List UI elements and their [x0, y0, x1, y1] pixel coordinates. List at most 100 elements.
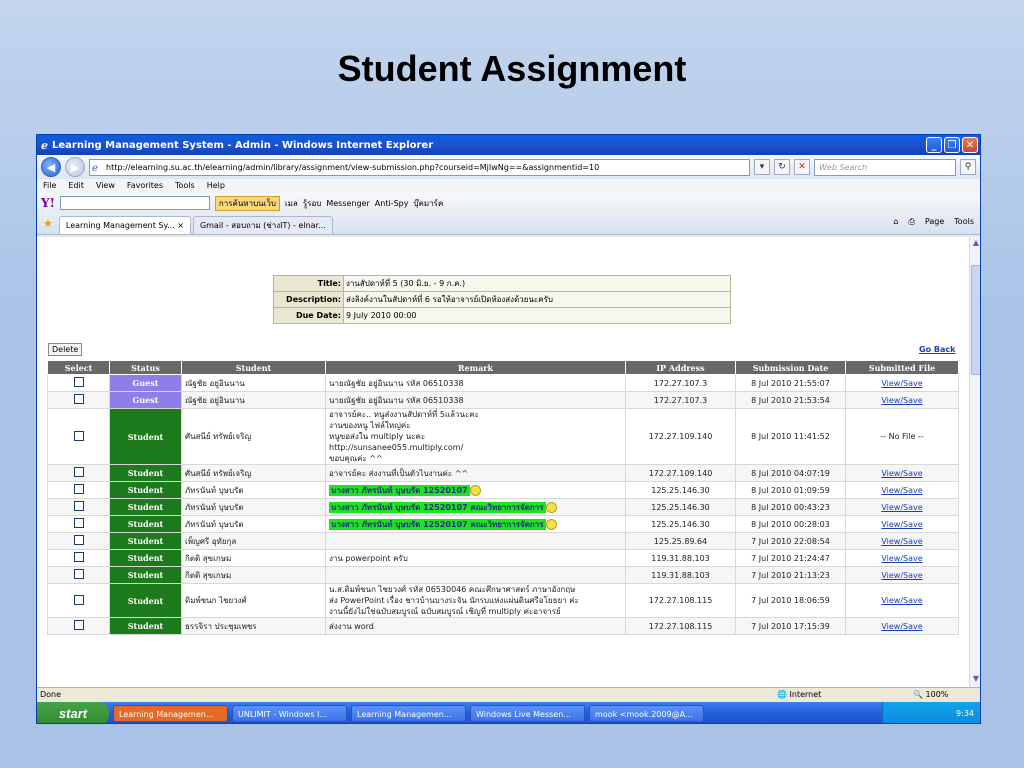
- yahoo-search-input[interactable]: [59, 196, 210, 210]
- tab-learning-management[interactable]: Learning Management Sy... ×: [58, 216, 191, 234]
- view-save-link[interactable]: View/Save: [881, 520, 922, 529]
- taskbar-item[interactable]: Learning Managemen...: [113, 705, 228, 722]
- taskbar: start Learning Managemen... UNLIMIT - Wi…: [37, 702, 980, 723]
- ip-address: 125.25.146.30: [625, 515, 736, 533]
- ip-address: 172.27.108.115: [625, 617, 736, 635]
- delete-button[interactable]: Delete: [48, 343, 83, 356]
- view-save-link[interactable]: View/Save: [881, 537, 922, 546]
- table-row: Guest ณัฐชัย อยู่อินนาน นายณัฐชัย อยู่อินน…: [47, 374, 959, 392]
- status-badge: Student: [109, 481, 182, 499]
- stop-icon[interactable]: ✕: [794, 159, 810, 175]
- submission-date: 8 Jul 2010 01:09:59: [735, 481, 846, 499]
- print-icon[interactable]: ⎙: [909, 217, 915, 227]
- select-checkbox[interactable]: [73, 518, 84, 528]
- window-titlebar[interactable]: ℯ Learning Management System - Admin - W…: [37, 135, 980, 155]
- yahoo-messenger-button[interactable]: Messenger: [326, 199, 369, 208]
- start-button[interactable]: start: [37, 702, 109, 723]
- remark-line: งานของหนู ไฟล์ใหญ่ค่ะ: [329, 421, 411, 430]
- menu-file[interactable]: File: [43, 179, 56, 193]
- page-menu[interactable]: Page: [925, 217, 944, 227]
- view-save-link[interactable]: View/Save: [881, 622, 922, 631]
- browser-window: ℯ Learning Management System - Admin - W…: [36, 134, 981, 724]
- dropdown-icon[interactable]: ▾: [754, 159, 770, 175]
- remark-cell: [325, 532, 626, 550]
- taskbar-item[interactable]: mook <mook.2009@A...: [589, 705, 704, 722]
- select-checkbox[interactable]: [73, 394, 84, 404]
- tools-menu[interactable]: Tools: [954, 217, 974, 227]
- status-badge: Student: [109, 532, 182, 550]
- search-icon[interactable]: ⚲: [960, 159, 976, 175]
- view-save-link[interactable]: View/Save: [881, 554, 922, 563]
- refresh-icon[interactable]: ↻: [774, 159, 790, 175]
- back-button[interactable]: ◀: [41, 157, 61, 177]
- select-checkbox[interactable]: [73, 430, 84, 441]
- select-checkbox[interactable]: [73, 620, 84, 630]
- taskbar-item[interactable]: Windows Live Messen...: [470, 705, 585, 722]
- close-icon[interactable]: ✕: [962, 137, 978, 153]
- select-checkbox[interactable]: [73, 535, 84, 545]
- menu-edit[interactable]: Edit: [68, 179, 84, 193]
- go-back-link[interactable]: Go Back: [919, 345, 955, 354]
- highlighted-remark: นางสาว ภัทรนันท์ บุษบรัต 12520107: [329, 484, 470, 496]
- menu-help[interactable]: Help: [207, 179, 225, 193]
- select-checkbox[interactable]: [73, 484, 84, 494]
- home-icon[interactable]: ⌂: [893, 217, 898, 227]
- submitted-file-cell: View/Save: [845, 374, 959, 392]
- yahoo-bookmarks-button[interactable]: บุ๊คมาร์ค: [413, 197, 443, 210]
- scroll-down-icon[interactable]: ▼: [970, 674, 980, 686]
- student-name: ภัทรนันท์ บุษบรัต: [181, 498, 326, 516]
- tab-gmail[interactable]: Gmail - สอบถาม (ช่างIT) - elnar...: [192, 216, 333, 234]
- submission-date: 7 Jul 2010 18:06:59: [735, 583, 846, 618]
- select-checkbox[interactable]: [73, 552, 84, 562]
- remark-line: หนูขอส่งใน multiply นะคะ: [329, 432, 426, 441]
- minimize-icon[interactable]: _: [926, 137, 942, 153]
- yahoo-logo-icon[interactable]: Y!: [41, 196, 55, 210]
- view-save-link[interactable]: View/Save: [881, 469, 922, 478]
- view-save-link[interactable]: View/Save: [881, 571, 922, 580]
- select-checkbox[interactable]: [73, 594, 84, 605]
- view-save-link[interactable]: View/Save: [881, 503, 922, 512]
- submitted-file-cell: View/Save: [845, 583, 959, 618]
- yahoo-antispy-button[interactable]: Anti-Spy: [375, 199, 409, 208]
- status-badge: Student: [109, 583, 182, 618]
- select-cell: [47, 583, 110, 618]
- table-row: Guest ณัฐชัย อยู่อินนาน นายณัฐชัย อยู่อินน…: [47, 391, 959, 409]
- student-name: เพ็ญศรี อุทัยกุล: [181, 532, 326, 550]
- select-checkbox[interactable]: [73, 569, 84, 579]
- web-search-input[interactable]: Web Search: [814, 158, 956, 176]
- favorites-star-icon[interactable]: ★: [43, 217, 53, 230]
- remark-line: นายณัฐชัย อยู่อินนาน รหัส 06510338: [329, 395, 464, 405]
- select-checkbox[interactable]: [73, 377, 84, 387]
- ip-address: 172.27.107.3: [625, 391, 736, 409]
- select-checkbox[interactable]: [73, 467, 84, 477]
- remark-line: น.ส.ดิมพ์ชนก ไชยวงศ์ รหัส 06530046 คณะศึ…: [329, 585, 576, 594]
- ip-address: 119.31.88.103: [625, 566, 736, 584]
- menu-view[interactable]: View: [96, 179, 115, 193]
- header-status: Status: [109, 360, 182, 375]
- scroll-up-icon[interactable]: ▲: [970, 238, 980, 250]
- view-save-link[interactable]: View/Save: [881, 596, 922, 605]
- view-save-link[interactable]: View/Save: [881, 396, 922, 405]
- zoom-level[interactable]: 🔍 100%: [913, 688, 948, 702]
- menu-favorites[interactable]: Favorites: [127, 179, 163, 193]
- yahoo-news-button[interactable]: รู้รอบ: [303, 197, 321, 210]
- scroll-thumb[interactable]: [971, 265, 980, 375]
- submitted-file-cell: View/Save: [845, 532, 959, 550]
- student-name: ภัทรนันท์ บุษบรัต: [181, 481, 326, 499]
- ip-address: 119.31.88.103: [625, 549, 736, 567]
- header-date: Submission Date: [735, 360, 846, 375]
- vertical-scrollbar[interactable]: ▲ ▼: [969, 237, 980, 687]
- internet-zone: 🌐 Internet: [777, 690, 822, 699]
- taskbar-item[interactable]: UNLIMIT - Windows I...: [232, 705, 347, 722]
- menu-tools[interactable]: Tools: [175, 179, 195, 193]
- forward-button[interactable]: ▶: [65, 157, 85, 177]
- select-checkbox[interactable]: [73, 501, 84, 511]
- view-save-link[interactable]: View/Save: [881, 379, 922, 388]
- url-field[interactable]: ℯ http://elearning.su.ac.th/elearning/ad…: [89, 158, 750, 176]
- yahoo-search-button[interactable]: การค้นหาบนเว็บ: [214, 195, 280, 211]
- yahoo-mail-button[interactable]: เมล: [285, 197, 298, 210]
- taskbar-item[interactable]: Learning Managemen...: [351, 705, 466, 722]
- view-save-link[interactable]: View/Save: [881, 486, 922, 495]
- maximize-icon[interactable]: ❐: [944, 137, 960, 153]
- due-date-value: 9 July 2010 00:00: [343, 307, 731, 324]
